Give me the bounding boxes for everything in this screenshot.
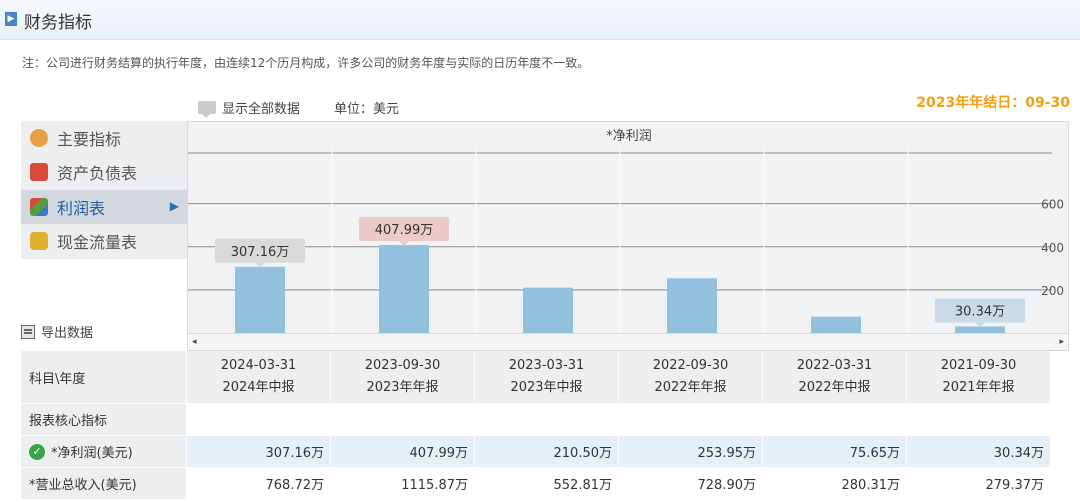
menu-item-label: 资产负债表	[57, 164, 138, 183]
bar	[235, 266, 285, 333]
menu-item-label: 利润表	[57, 199, 106, 218]
table-cell: 768.72万	[187, 468, 331, 500]
column-date: 2024-03-31	[220, 358, 297, 373]
column-type: 2021年年报	[942, 380, 1015, 395]
menu-item-balance-sheet[interactable]: 资产负债表	[21, 155, 187, 189]
y-tick-label: 200	[1041, 284, 1064, 298]
table-cell: 307.16万	[187, 436, 331, 468]
table-cell	[187, 404, 331, 436]
column-date: 2022-03-31	[796, 358, 873, 373]
menu-item-key-indicators[interactable]: 主要指标	[21, 121, 187, 155]
export-icon	[21, 324, 35, 339]
column-header: 2023-03-31 2023年中报	[475, 351, 619, 404]
table-cell: 407.99万	[331, 436, 475, 468]
export-data-label: 导出数据	[41, 326, 94, 341]
column-type: 2024年中报	[222, 380, 295, 395]
bar	[523, 287, 573, 333]
chart-scrollbar[interactable]: ◂ ▸	[187, 333, 1069, 351]
export-data-button[interactable]: 导出数据	[21, 322, 93, 341]
page-title: 财务指标	[24, 13, 92, 33]
table-header-row: 科目\年度 2024-03-31 2024年中报 2023-09-30 2023年年…	[21, 351, 1053, 404]
bar	[811, 316, 861, 333]
table-cell: 210.50万	[475, 436, 619, 468]
statement-menu: 主要指标 资产负债表 利润表 ▶ 现金流量表	[21, 121, 187, 259]
column-type: 2023年年报	[366, 380, 439, 395]
chart-svg: *净利润 200 400 600 307.16万 407.99万 30.34万	[188, 129, 1068, 333]
data-label: 407.99万	[375, 223, 434, 238]
net-profit-chart: *净利润 200 400 600 307.16万 407.99万 30.34万	[187, 121, 1069, 351]
bar	[379, 245, 429, 333]
table-cell	[331, 404, 475, 436]
menu-item-income-statement[interactable]: 利润表 ▶	[21, 190, 187, 224]
data-label: 30.34万	[955, 304, 1005, 319]
year-end-label: 2023年年结日：09-30	[916, 95, 1070, 111]
table-cell	[763, 404, 907, 436]
column-header: 2021-09-30 2021年年报	[907, 351, 1051, 404]
scroll-left-icon[interactable]: ◂	[192, 337, 197, 347]
row-label: *营业总收入(美元)	[21, 468, 187, 500]
column-header: 2022-03-31 2022年中报	[763, 351, 907, 404]
table-cell: 1115.87万	[331, 468, 475, 500]
speech-bubble-icon	[198, 101, 216, 118]
table-cell: 280.31万	[763, 468, 907, 500]
table-section-row: 报表核心指标	[21, 404, 1053, 436]
column-header: 2024-03-31 2024年中报	[187, 351, 331, 404]
table-cell: 728.90万	[619, 468, 763, 500]
chart-title: *净利润	[606, 129, 652, 144]
scroll-right-icon[interactable]: ▸	[1059, 337, 1064, 347]
cube-icon	[30, 198, 48, 216]
section-label: 报表核心指标	[21, 404, 187, 436]
row-label: ✓ *净利润(美元)	[21, 436, 187, 468]
corner-cell: 科目\年度	[21, 351, 187, 404]
menu-item-cash-flow[interactable]: 现金流量表	[21, 224, 187, 258]
table-cell: 279.37万	[907, 468, 1051, 500]
column-date: 2023-09-30	[364, 358, 441, 373]
menu-item-label: 现金流量表	[57, 233, 138, 252]
table-row[interactable]: ✓ *净利润(美元) 307.16万 407.99万 210.50万 253.9…	[21, 436, 1053, 468]
table-cell	[475, 404, 619, 436]
table-cell	[907, 404, 1051, 436]
show-all-data-toggle[interactable]: 显示全部数据	[198, 98, 301, 118]
gear-icon	[30, 129, 48, 147]
table-cell	[619, 404, 763, 436]
column-type: 2022年年报	[654, 380, 727, 395]
check-icon: ✓	[29, 443, 45, 460]
data-label: 307.16万	[231, 245, 290, 260]
fiscal-year-note: 注：公司进行财务结算的执行年度，由连续12个历月构成，许多公司的财务年度与实际的…	[22, 56, 590, 70]
y-tick-label: 600	[1041, 198, 1064, 212]
table-cell: 552.81万	[475, 468, 619, 500]
unit-label: 单位：美元	[334, 102, 400, 117]
column-type: 2022年中报	[798, 380, 871, 395]
table-cell: 75.65万	[763, 436, 907, 468]
column-date: 2021-09-30	[940, 358, 1017, 373]
column-type: 2023年中报	[510, 380, 583, 395]
bar	[667, 278, 717, 333]
column-date: 2023-03-31	[508, 358, 585, 373]
column-header: 2023-09-30 2023年年报	[331, 351, 475, 404]
coins-icon	[30, 232, 48, 250]
row-label-text: *净利润(美元)	[51, 446, 133, 461]
title-marker-icon: ▶	[5, 12, 17, 26]
financial-table: 科目\年度 2024-03-31 2024年中报 2023-09-30 2023年年…	[21, 351, 1053, 500]
table-row[interactable]: *营业总收入(美元) 768.72万 1115.87万 552.81万 728.…	[21, 468, 1053, 500]
document-icon	[30, 163, 48, 181]
y-tick-label: 400	[1041, 241, 1064, 255]
show-all-data-label: 显示全部数据	[222, 102, 301, 117]
column-date: 2022-09-30	[652, 358, 729, 373]
menu-item-label: 主要指标	[57, 130, 122, 149]
table-cell: 30.34万	[907, 436, 1051, 468]
column-header: 2022-09-30 2022年年报	[619, 351, 763, 404]
active-arrow-icon: ▶	[169, 199, 179, 213]
table-cell: 253.95万	[619, 436, 763, 468]
title-bar: ▶ 财务指标	[0, 0, 1080, 40]
